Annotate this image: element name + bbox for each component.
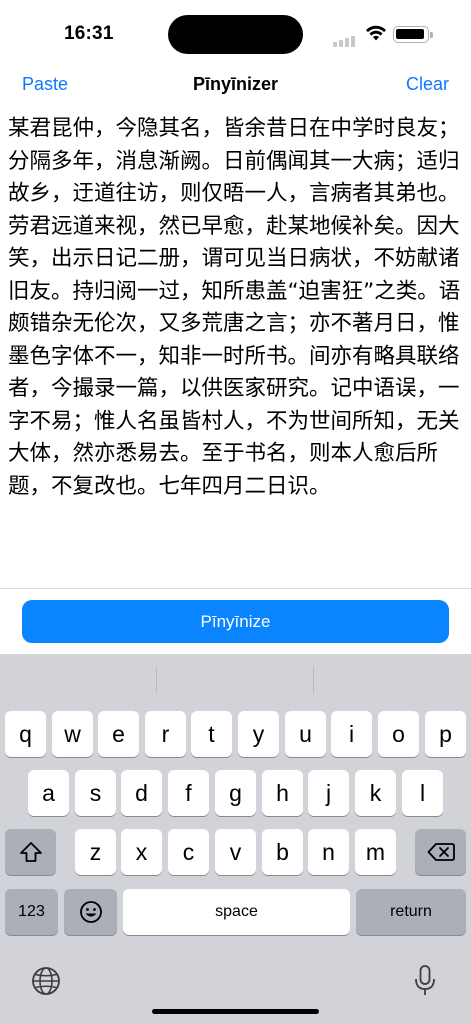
- key-s[interactable]: s: [75, 770, 116, 816]
- key-v[interactable]: v: [215, 829, 256, 875]
- shift-icon: [19, 842, 42, 862]
- cellular-signal-icon: [333, 36, 355, 47]
- key-f[interactable]: f: [168, 770, 209, 816]
- key-r[interactable]: r: [145, 711, 186, 757]
- keyboard: q w e r t y u i o p a s d f g h j k l z …: [0, 654, 471, 1024]
- key-o[interactable]: o: [378, 711, 419, 757]
- key-u[interactable]: u: [285, 711, 326, 757]
- status-bar: 16:31: [0, 0, 471, 62]
- key-g[interactable]: g: [215, 770, 256, 816]
- pinyinize-button[interactable]: Pīnyīnize: [22, 600, 449, 643]
- wifi-icon: [366, 25, 386, 41]
- key-l[interactable]: l: [402, 770, 443, 816]
- numbers-key[interactable]: 123: [5, 889, 58, 935]
- key-i[interactable]: i: [331, 711, 372, 757]
- key-n[interactable]: n: [308, 829, 349, 875]
- key-c[interactable]: c: [168, 829, 209, 875]
- navigation-bar: Paste Pīnyīnizer Clear: [0, 66, 471, 102]
- emoji-key[interactable]: [64, 889, 117, 935]
- key-x[interactable]: x: [121, 829, 162, 875]
- key-q[interactable]: q: [5, 711, 46, 757]
- suggestion-separator: [156, 667, 157, 693]
- suggestion-separator: [313, 667, 314, 693]
- key-p[interactable]: p: [425, 711, 466, 757]
- key-k[interactable]: k: [355, 770, 396, 816]
- key-t[interactable]: t: [191, 711, 232, 757]
- key-h[interactable]: h: [262, 770, 303, 816]
- key-y[interactable]: y: [238, 711, 279, 757]
- key-z[interactable]: z: [75, 829, 116, 875]
- shift-key[interactable]: [5, 829, 56, 875]
- microphone-icon[interactable]: [413, 964, 437, 998]
- space-key[interactable]: space: [123, 889, 350, 935]
- suggestion-bar: [0, 654, 471, 702]
- page-title: Pīnyīnizer: [192, 74, 279, 94]
- emoji-icon: [79, 901, 102, 923]
- home-indicator[interactable]: [152, 1009, 319, 1014]
- clear-button[interactable]: Clear: [406, 74, 449, 95]
- divider: [0, 588, 471, 589]
- return-key[interactable]: return: [356, 889, 466, 935]
- key-b[interactable]: b: [262, 829, 303, 875]
- battery-icon: [393, 26, 433, 43]
- dynamic-island: [168, 15, 303, 54]
- backspace-icon: [427, 843, 455, 861]
- key-w[interactable]: w: [52, 711, 93, 757]
- globe-icon[interactable]: [31, 966, 61, 996]
- status-time: 16:31: [64, 23, 114, 44]
- delete-key[interactable]: [415, 829, 466, 875]
- key-a[interactable]: a: [28, 770, 69, 816]
- key-e[interactable]: e: [98, 711, 139, 757]
- key-d[interactable]: d: [121, 770, 162, 816]
- text-editor[interactable]: 某君昆仲，今隐其名，皆余昔日在中学时良友；分隔多年，消息渐阙。日前偶闻其一大病；…: [8, 113, 463, 583]
- key-m[interactable]: m: [355, 829, 396, 875]
- key-j[interactable]: j: [308, 770, 349, 816]
